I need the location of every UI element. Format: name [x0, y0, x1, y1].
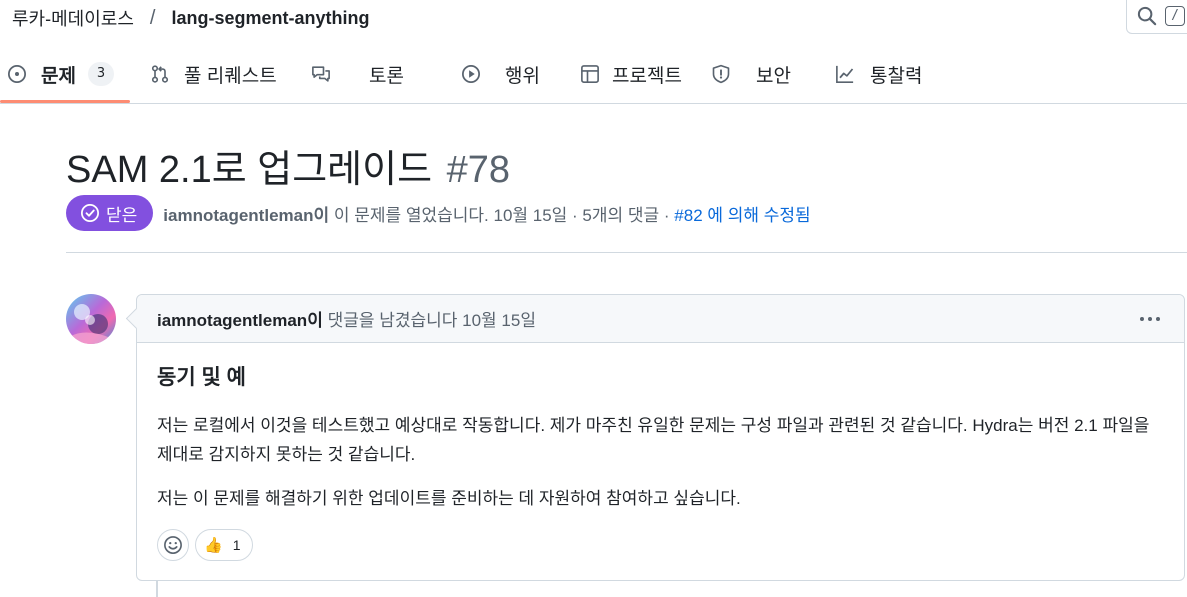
issue-title-text: SAM 2.1로 업그레이드	[66, 149, 433, 191]
tab-insights-label: 통찰력	[870, 65, 923, 87]
repo-nav-tabs: 문제 3 풀 리퀘스트 토론 행위 프로젝트 보안 통찰력	[0, 44, 1187, 104]
comment-paragraph-2: 저는 이 문제를 해결하기 위한 업데이트를 준비하는 데 자원하여 참여하고 …	[157, 489, 741, 508]
issue-title: SAM 2.1로 업그레이드 #78	[66, 138, 510, 193]
search-button[interactable]: /	[1126, 0, 1187, 34]
issue-state-row: 닫은 iamnotagentleman이 이 문제를 열었습니다. 10월 15…	[66, 195, 811, 231]
thumbs-up-count: 1	[232, 537, 241, 553]
fixed-by-text: 에 의해 수정됨	[702, 205, 811, 225]
comment-options-button[interactable]	[1136, 307, 1164, 331]
comment-card: iamnotagentleman이 댓글을 남겼습니다 10월 15일 동기 및…	[136, 294, 1185, 581]
comment-header: iamnotagentleman이 댓글을 남겼습니다 10월 15일	[137, 295, 1184, 343]
search-shortcut-key: /	[1165, 6, 1185, 26]
breadcrumb-owner-link[interactable]: 루카-메데이로스	[12, 5, 134, 31]
tab-issues[interactable]: 문제 3	[7, 44, 114, 104]
avatar-image	[66, 294, 116, 344]
search-icon	[1137, 6, 1157, 26]
issue-meta: iamnotagentleman이 이 문제를 열었습니다. 10월 15일 ·…	[163, 201, 810, 226]
issues-count-badge: 3	[87, 62, 114, 86]
comment-heading: 동기 및 예	[157, 366, 246, 389]
comment-paragraph-1: 저는 로컬에서 이것을 테스트했고 예상대로 작동합니다. 제가 마주친 유일한…	[157, 416, 1150, 464]
add-reaction-button[interactable]	[157, 529, 189, 561]
tab-security[interactable]: 보안	[711, 44, 791, 104]
avatar[interactable]	[66, 294, 116, 344]
tab-security-label: 보안	[756, 65, 791, 87]
tab-pull-requests[interactable]: 풀 리퀘스트	[150, 44, 277, 104]
tab-actions-label: 행위	[505, 65, 540, 87]
issue-state-badge: 닫은	[66, 195, 154, 231]
comment-body: 동기 및 예 저는 로컬에서 이것을 테스트했고 예상대로 작동합니다. 제가 …	[137, 343, 1184, 513]
timeline-connector	[156, 581, 158, 597]
tab-discussions-label: 토론	[369, 65, 404, 87]
thumbs-up-reaction-button[interactable]: 👍 1	[195, 529, 254, 561]
issue-opened-icon	[8, 65, 26, 83]
header-divider	[66, 252, 1187, 253]
shield-icon	[712, 64, 730, 84]
play-icon	[462, 65, 480, 83]
smiley-icon	[164, 536, 182, 554]
tab-pull-requests-label: 풀 리퀘스트	[184, 65, 277, 87]
tab-discussions[interactable]: 토론	[311, 44, 404, 104]
tab-actions[interactable]: 행위	[461, 44, 540, 104]
comment-discussion-icon	[312, 66, 330, 82]
breadcrumb-repo-link[interactable]: lang-segment-anything	[171, 8, 369, 29]
table-icon	[581, 65, 599, 83]
tab-projects-label: 프로젝트	[612, 65, 682, 87]
active-tab-indicator	[0, 100, 130, 103]
issue-number: #78	[446, 149, 511, 191]
comment-author-link[interactable]: iamnotagentleman이	[157, 306, 323, 331]
tab-insights[interactable]: 통찰력	[835, 44, 922, 104]
comment-action-text: 댓글을 남겼습니다 10월 15일	[322, 311, 536, 330]
thumbs-up-icon: 👍	[204, 537, 223, 554]
graph-icon	[836, 65, 854, 83]
breadcrumb: 루카-메데이로스 / lang-segment-anything	[12, 5, 370, 31]
issue-author-link[interactable]: iamnotagentleman이	[163, 206, 329, 225]
reactions-bar: 👍 1	[157, 529, 254, 561]
fixed-by-pr-link[interactable]: #82	[674, 206, 702, 225]
breadcrumb-separator: /	[149, 6, 156, 29]
issue-state-label: 닫은	[106, 205, 138, 225]
top-bar: 루카-메데이로스 / lang-segment-anything /	[0, 0, 1187, 40]
tab-issues-label: 문제	[41, 65, 76, 87]
issue-meta-text: 이 문제를 열었습니다. 10월 15일 · 5개의 댓글 ·	[329, 205, 675, 225]
kebab-horizontal-icon	[1140, 317, 1160, 321]
issue-closed-icon	[81, 204, 99, 222]
tab-projects[interactable]: 프로젝트	[580, 44, 682, 104]
git-pull-request-icon	[151, 65, 169, 83]
